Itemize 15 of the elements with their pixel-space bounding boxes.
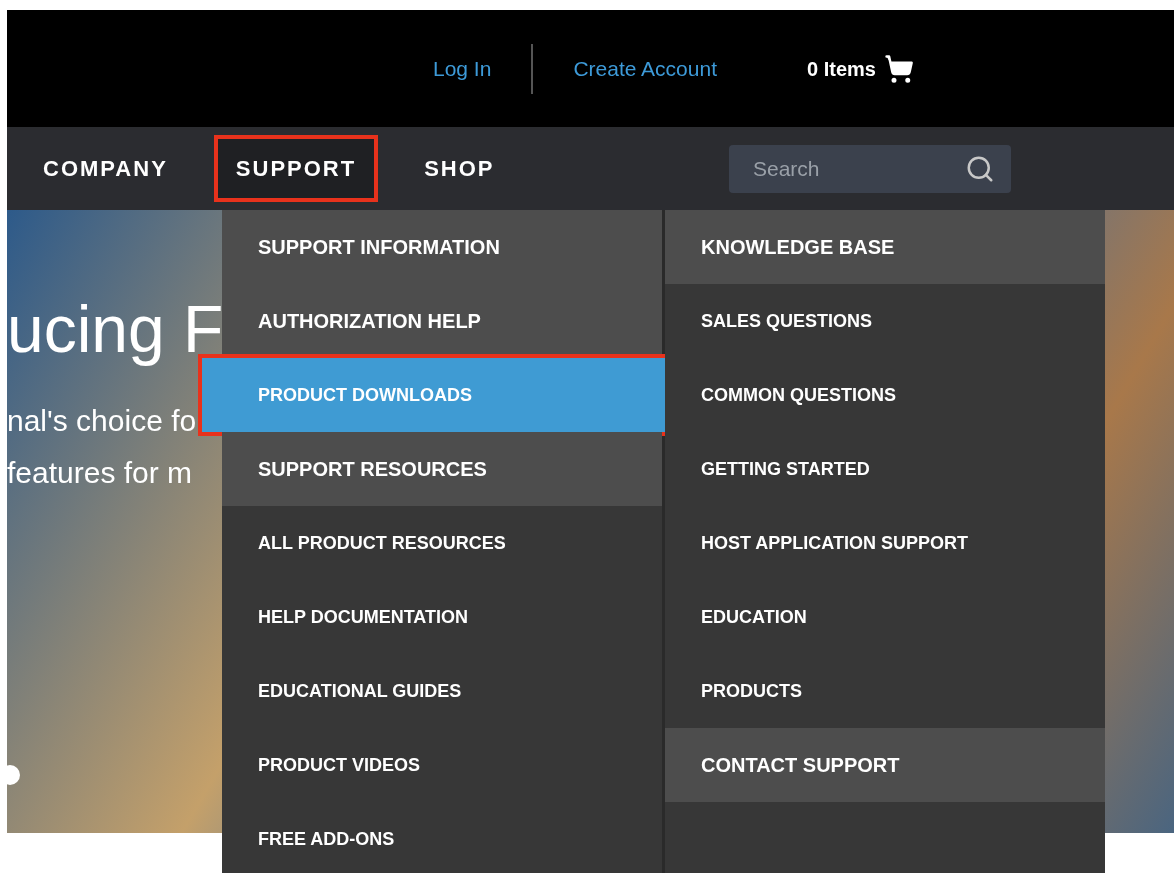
- hero-text: nal's choice fo: [7, 403, 197, 439]
- cart-icon: [883, 53, 914, 84]
- menu-heading[interactable]: SUPPORT RESOURCES: [222, 432, 662, 506]
- menu-heading[interactable]: CONTACT SUPPORT: [665, 728, 1105, 802]
- menu-heading[interactable]: KNOWLEDGE BASE: [665, 210, 1105, 284]
- top-link[interactable]: Log In: [433, 52, 492, 85]
- search-icon: [965, 154, 995, 184]
- top-link[interactable]: Create Account: [573, 52, 717, 85]
- nav-tab[interactable]: COMPANY: [21, 135, 190, 202]
- search-field[interactable]: Search: [729, 145, 1011, 193]
- menu-heading[interactable]: SUPPORT INFORMATION: [222, 210, 662, 284]
- nav-tab[interactable]: SHOP: [402, 135, 517, 202]
- nav-tab[interactable]: SUPPORT: [213, 135, 379, 202]
- cart-link[interactable]: 0 Items: [807, 53, 914, 84]
- hero-text: features for m: [7, 455, 193, 491]
